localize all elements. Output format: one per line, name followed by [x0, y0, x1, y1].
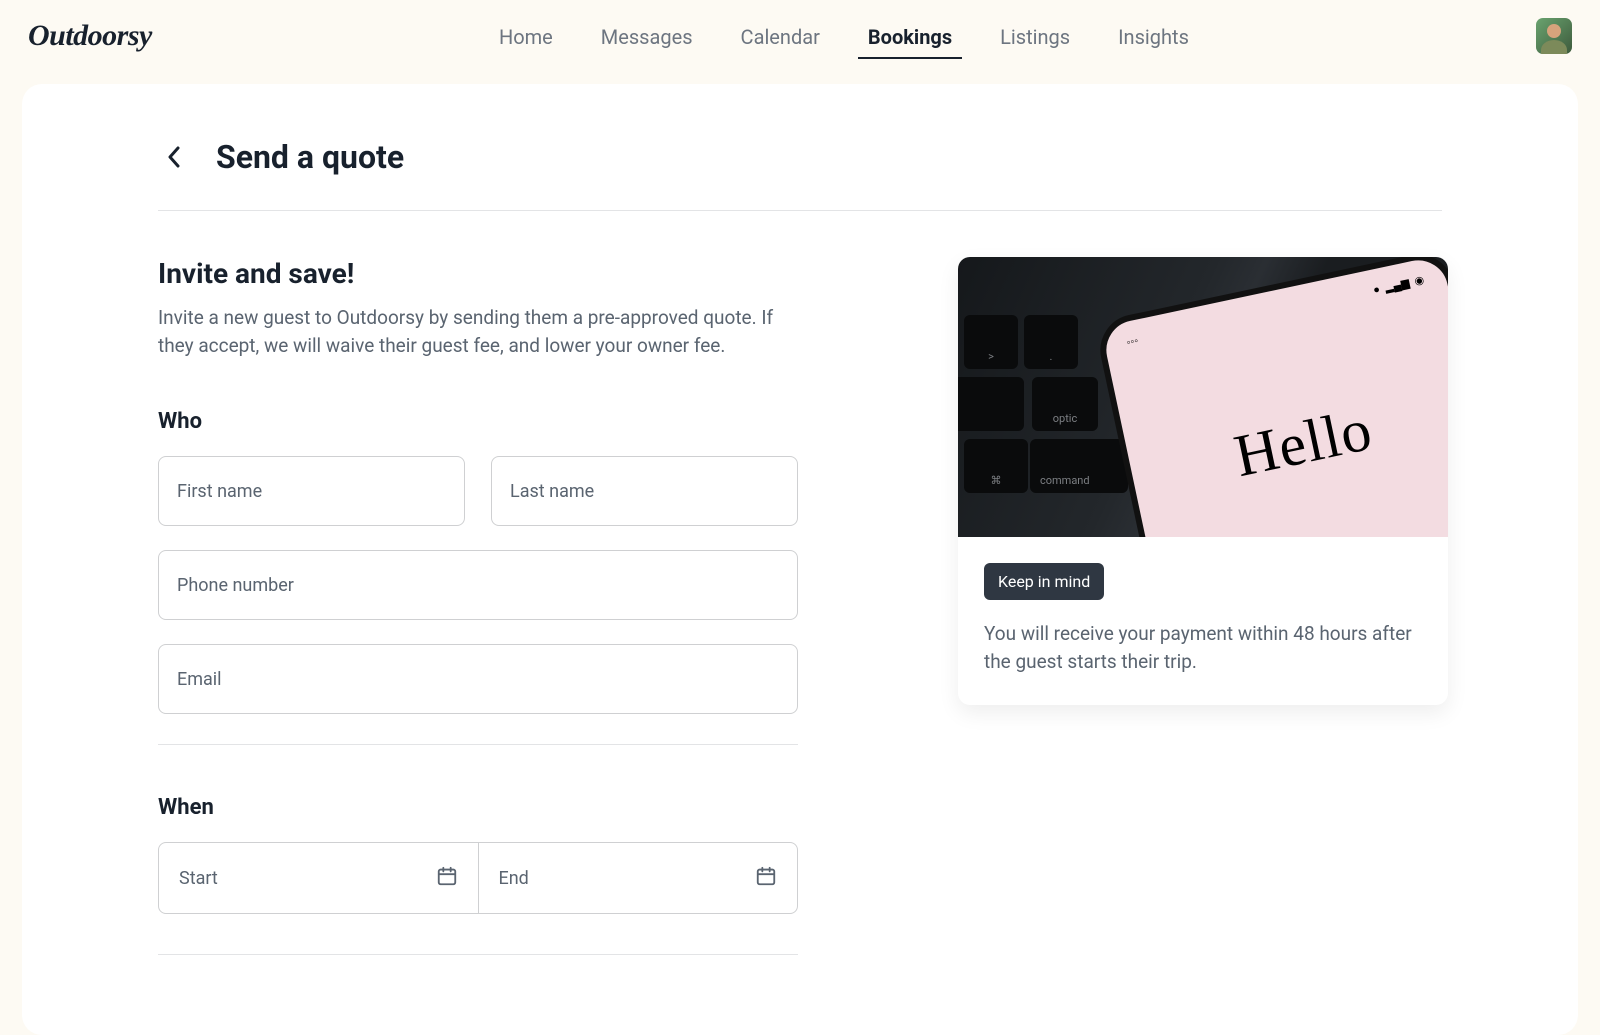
- when-section-label: When: [158, 795, 798, 820]
- hero-word: Hello: [1126, 373, 1448, 513]
- info-text: You will receive your payment within 48 …: [984, 620, 1422, 675]
- start-placeholder: Start: [179, 868, 218, 889]
- back-button[interactable]: [158, 141, 190, 173]
- info-badge: Keep in mind: [984, 563, 1104, 600]
- form-column: Invite and save! Invite a new guest to O…: [158, 257, 798, 955]
- divider: [158, 954, 798, 955]
- top-nav: Outdoorsy Home Messages Calendar Booking…: [0, 0, 1600, 72]
- title-row: Send a quote: [158, 138, 1442, 211]
- nav-home[interactable]: Home: [495, 5, 557, 67]
- last-name-placeholder: Last name: [510, 481, 594, 502]
- nav-bookings[interactable]: Bookings: [864, 5, 956, 67]
- intro-heading: Invite and save!: [158, 257, 798, 290]
- nav-links: Home Messages Calendar Bookings Listings…: [495, 5, 1193, 67]
- nav-insights[interactable]: Insights: [1114, 5, 1193, 67]
- divider: [158, 744, 798, 745]
- calendar-icon: [755, 865, 777, 892]
- brand-logo[interactable]: Outdoorsy: [28, 19, 152, 53]
- start-date-input[interactable]: Start: [159, 843, 478, 913]
- page-card: Send a quote Invite and save! Invite a n…: [22, 84, 1578, 1035]
- nav-listings[interactable]: Listings: [996, 5, 1074, 67]
- who-section-label: Who: [158, 409, 798, 434]
- end-date-input[interactable]: End: [478, 843, 798, 913]
- last-name-input[interactable]: Last name: [491, 456, 798, 526]
- calendar-icon: [436, 865, 458, 892]
- first-name-placeholder: First name: [177, 481, 262, 502]
- info-card-hero: > . ⌘ command optic ◦◦◦● ▂▄▆ ◉ Hello: [958, 257, 1448, 537]
- nav-calendar[interactable]: Calendar: [737, 5, 824, 67]
- email-placeholder: Email: [177, 669, 222, 690]
- phone-input[interactable]: Phone number: [158, 550, 798, 620]
- nav-messages[interactable]: Messages: [597, 5, 697, 67]
- page-title: Send a quote: [216, 138, 404, 176]
- phone-placeholder: Phone number: [177, 575, 294, 596]
- date-range: Start End: [158, 842, 798, 914]
- intro-body: Invite a new guest to Outdoorsy by sendi…: [158, 304, 798, 359]
- chevron-left-icon: [167, 146, 181, 168]
- email-input[interactable]: Email: [158, 644, 798, 714]
- end-placeholder: End: [499, 868, 529, 889]
- first-name-input[interactable]: First name: [158, 456, 465, 526]
- avatar[interactable]: [1536, 18, 1572, 54]
- info-card: > . ⌘ command optic ◦◦◦● ▂▄▆ ◉ Hello: [958, 257, 1448, 705]
- phone-illustration: ◦◦◦● ▂▄▆ ◉ Hello: [1094, 257, 1448, 537]
- info-column: > . ⌘ command optic ◦◦◦● ▂▄▆ ◉ Hello: [958, 257, 1448, 955]
